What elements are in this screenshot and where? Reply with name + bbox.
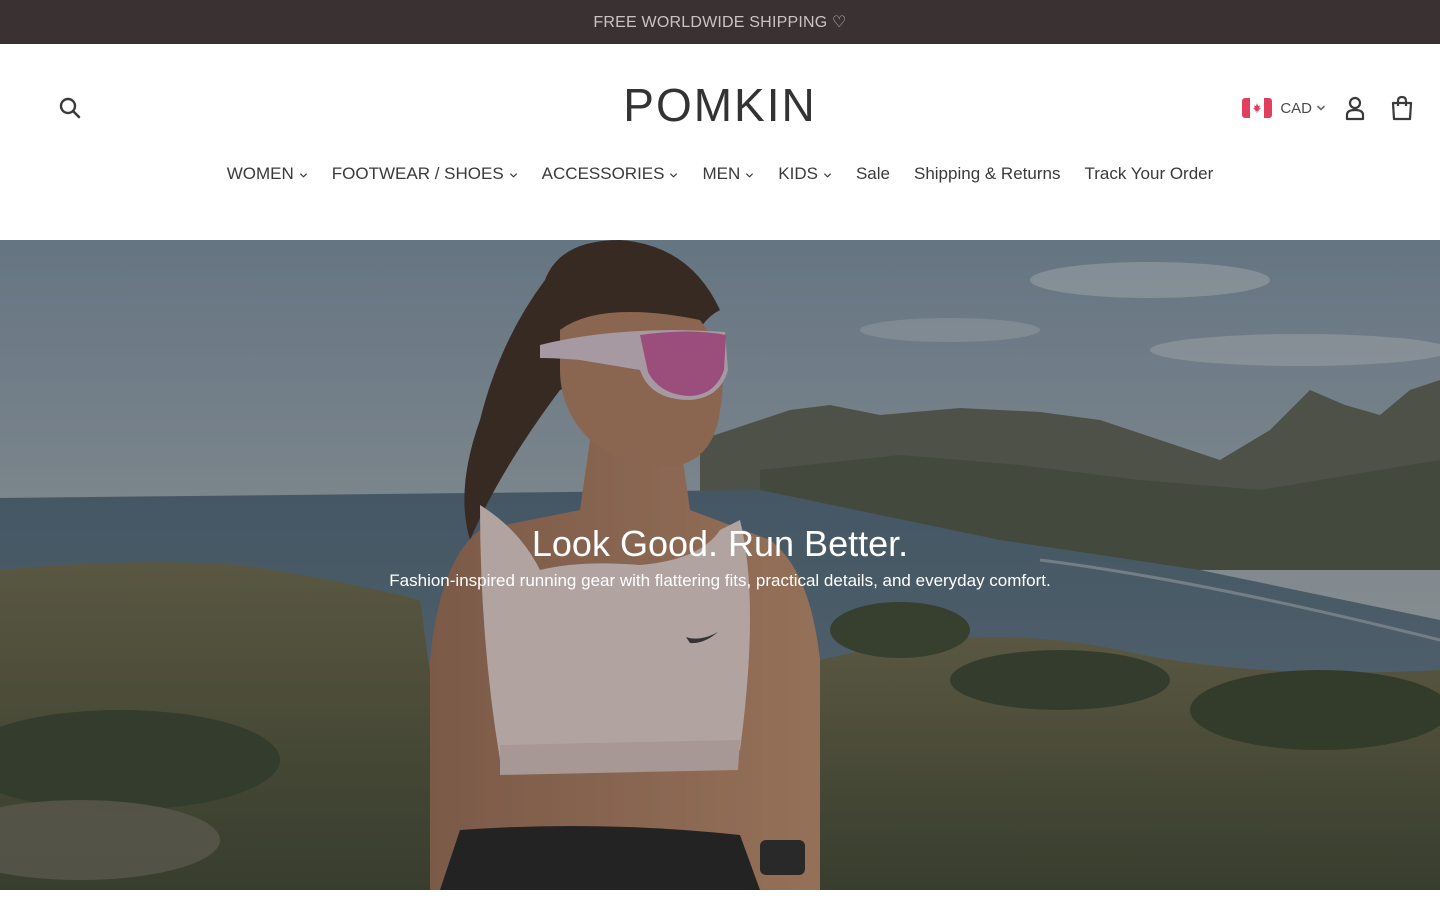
nav-item-accessories[interactable]: ACCESSORIES [542, 164, 679, 184]
header-tools: CAD [1242, 94, 1414, 122]
chevron-down-icon [509, 172, 517, 178]
shopping-bag-icon [1391, 95, 1413, 121]
nav-item-label: WOMEN [226, 164, 294, 183]
nav-item-label: Sale [855, 164, 890, 183]
nav-item-men[interactable]: MEN [702, 164, 754, 184]
nav-item-label: ACCESSORIES [541, 164, 665, 183]
nav-item-kids[interactable]: KIDS [778, 164, 832, 184]
hero-banner[interactable]: Look Good. Run Better. Fashion-inspired … [0, 240, 1440, 890]
nav-item-track-order[interactable]: Track Your Order [1084, 164, 1213, 184]
site-logo[interactable]: POMKIN [0, 78, 1440, 132]
announcement-bar: FREE WORLDWIDE SHIPPING ♡ [0, 0, 1440, 44]
nav-item-label: KIDS [778, 164, 818, 183]
canada-flag-icon [1242, 98, 1273, 118]
nav-item-sale[interactable]: Sale [856, 164, 890, 184]
announcement-text: FREE WORLDWIDE SHIPPING ♡ [593, 14, 847, 31]
account-button[interactable] [1344, 95, 1366, 121]
chevron-down-icon [823, 172, 832, 178]
nav-item-footwear[interactable]: FOOTWEAR / SHOES [332, 164, 518, 184]
currency-selector[interactable]: CAD [1242, 98, 1326, 118]
chevron-down-icon [670, 172, 678, 178]
currency-code: CAD [1280, 99, 1312, 117]
user-icon [1345, 96, 1365, 121]
nav-item-label: FOOTWEAR / SHOES [331, 164, 504, 183]
nav-item-label: Track Your Order [1084, 164, 1214, 183]
chevron-down-icon [746, 172, 754, 178]
hero-overlay [0, 240, 1440, 890]
site-header: POMKIN CAD WOMEN FOOTWEAR / SHOES ACCESS… [0, 44, 1440, 240]
nav-item-shipping-returns[interactable]: Shipping & Returns [914, 164, 1060, 184]
nav-item-women[interactable]: WOMEN [227, 164, 308, 184]
chevron-down-icon [299, 172, 307, 178]
cart-button[interactable] [1390, 95, 1414, 121]
chevron-down-icon [1316, 105, 1326, 111]
nav-item-label: MEN [702, 164, 741, 183]
main-nav: WOMEN FOOTWEAR / SHOES ACCESSORIES MEN K… [0, 164, 1440, 184]
hero-title: Look Good. Run Better. [531, 523, 909, 564]
nav-item-label: Shipping & Returns [913, 164, 1061, 183]
hero-subtitle: Fashion-inspired running gear with flatt… [389, 571, 1051, 590]
